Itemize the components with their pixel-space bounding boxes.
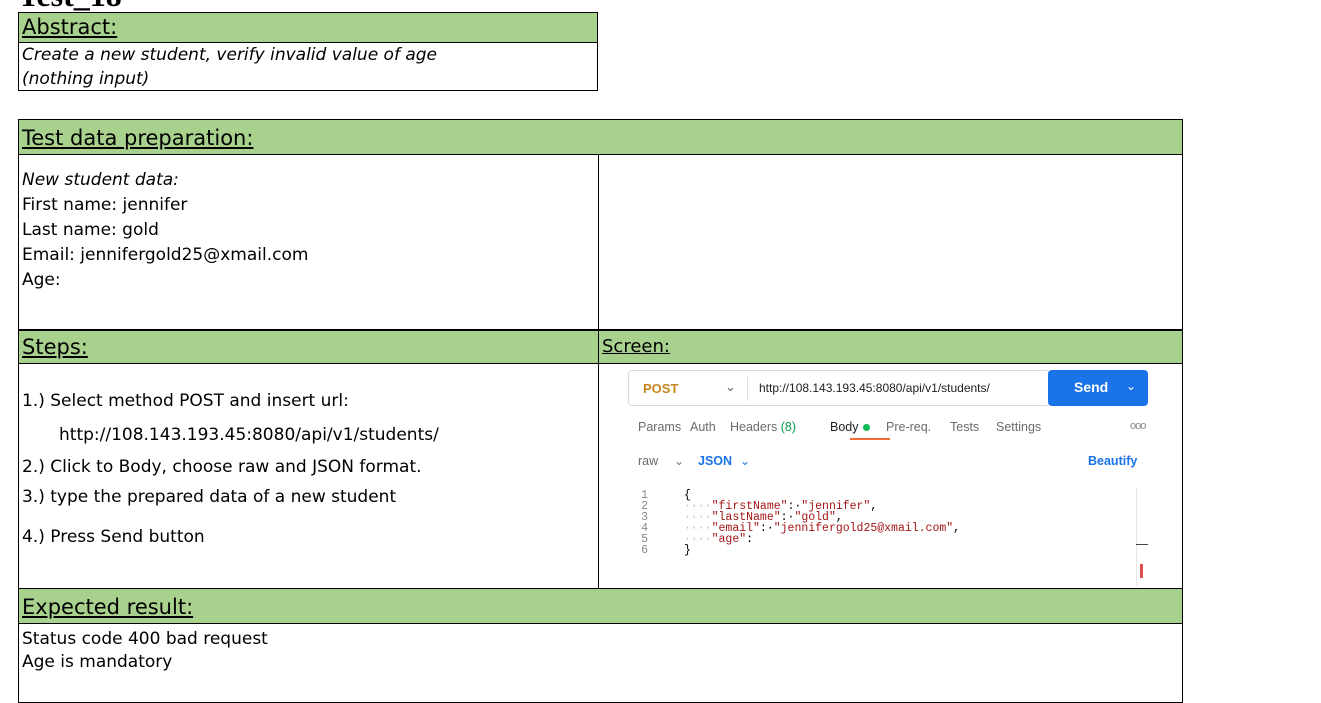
- test-data-line-5: Age:: [22, 270, 61, 290]
- json-value: "jennifergold25@xmail.com": [773, 522, 954, 535]
- steps-body: 1.) Select method POST and insert url: h…: [18, 363, 599, 589]
- screen-header: Screen:: [598, 330, 1183, 364]
- steps-header: Steps:: [18, 330, 599, 364]
- step-1-url: http://108.143.193.45:8080/api/v1/studen…: [59, 425, 439, 445]
- tab-settings[interactable]: Settings: [996, 420, 1041, 434]
- chevron-down-icon[interactable]: ⌄: [725, 379, 736, 395]
- body-mode-select[interactable]: raw: [638, 454, 658, 468]
- test-data-right: [598, 154, 1183, 330]
- test-data-header: Test data preparation:: [18, 119, 1183, 155]
- chevron-down-icon[interactable]: ⌄: [674, 454, 684, 468]
- editor-scroll-marker: [1136, 544, 1148, 545]
- format-select[interactable]: JSON: [698, 454, 732, 468]
- beautify-button[interactable]: Beautify: [1088, 454, 1137, 468]
- url-separator: [747, 377, 748, 401]
- chevron-down-icon[interactable]: ⌄: [740, 454, 750, 468]
- step-2: 2.) Click to Body, choose raw and JSON f…: [22, 457, 422, 477]
- method-select[interactable]: POST: [643, 381, 678, 396]
- expected-header-label: Expected result:: [22, 595, 194, 619]
- abstract-body: Create a new student, verify invalid val…: [18, 42, 598, 91]
- active-tab-indicator: [850, 438, 890, 440]
- expected-line-1: Status code 400 bad request: [22, 629, 268, 649]
- editor-error-marker: [1140, 564, 1143, 578]
- step-4: 4.) Press Send button: [22, 527, 205, 547]
- test-data-line-2: First name: jennifer: [22, 195, 188, 215]
- tab-headers[interactable]: Headers (8): [730, 420, 796, 434]
- test-data-line-3: Last name: gold: [22, 220, 159, 240]
- code-line-6: }: [684, 544, 691, 557]
- url-input[interactable]: http://108.143.193.45:8080/api/v1/studen…: [759, 381, 990, 395]
- abstract-line-2: (nothing input): [22, 69, 150, 89]
- abstract-line-1: Create a new student, verify invalid val…: [22, 45, 438, 65]
- json-key: "age": [711, 533, 747, 546]
- tab-headers-label: Headers: [730, 420, 778, 434]
- tab-tests[interactable]: Tests: [950, 420, 979, 434]
- expected-line-2: Age is mandatory: [22, 652, 173, 672]
- expected-body: Status code 400 bad request Age is manda…: [18, 623, 1183, 703]
- step-1: 1.) Select method POST and insert url:: [22, 391, 349, 411]
- steps-header-label: Steps:: [22, 335, 88, 359]
- document-title: Test_18: [18, 0, 122, 12]
- tab-body[interactable]: Body: [830, 420, 870, 434]
- code-line-5: ····"age":: [684, 533, 754, 546]
- tab-pre-req[interactable]: Pre-req.: [886, 420, 931, 434]
- tab-auth[interactable]: Auth: [690, 420, 716, 434]
- abstract-header-label: Abstract:: [22, 15, 118, 39]
- tab-body-label: Body: [830, 420, 859, 434]
- active-dot-icon: [862, 424, 870, 432]
- postman-screenshot: POST ⌄ http://108.143.193.45:8080/api/v1…: [618, 366, 1163, 586]
- abstract-header: Abstract:: [18, 12, 598, 43]
- test-data-header-label: Test data preparation:: [22, 126, 254, 150]
- url-bar: POST ⌄ http://108.143.193.45:8080/api/v1…: [628, 370, 1050, 406]
- line-number: 6: [641, 544, 648, 557]
- more-options-icon[interactable]: ooo: [1130, 420, 1146, 432]
- tab-params[interactable]: Params: [638, 420, 681, 434]
- step-3: 3.) type the prepared data of a new stud…: [22, 487, 397, 507]
- screen-header-label: Screen:: [602, 336, 670, 357]
- test-data-line-4: Email: jennifergold25@xmail.com: [22, 245, 309, 265]
- send-button-label: Send: [1074, 379, 1109, 395]
- test-data-line-1: New student data:: [22, 170, 179, 190]
- chevron-down-icon[interactable]: ⌄: [1126, 379, 1136, 393]
- editor-gutter-line: [1136, 488, 1137, 586]
- send-button[interactable]: Send ⌄: [1048, 370, 1148, 406]
- expected-header: Expected result:: [18, 588, 1183, 624]
- headers-count: (8): [780, 420, 797, 434]
- test-data-body: New student data: First name: jennifer L…: [19, 168, 582, 293]
